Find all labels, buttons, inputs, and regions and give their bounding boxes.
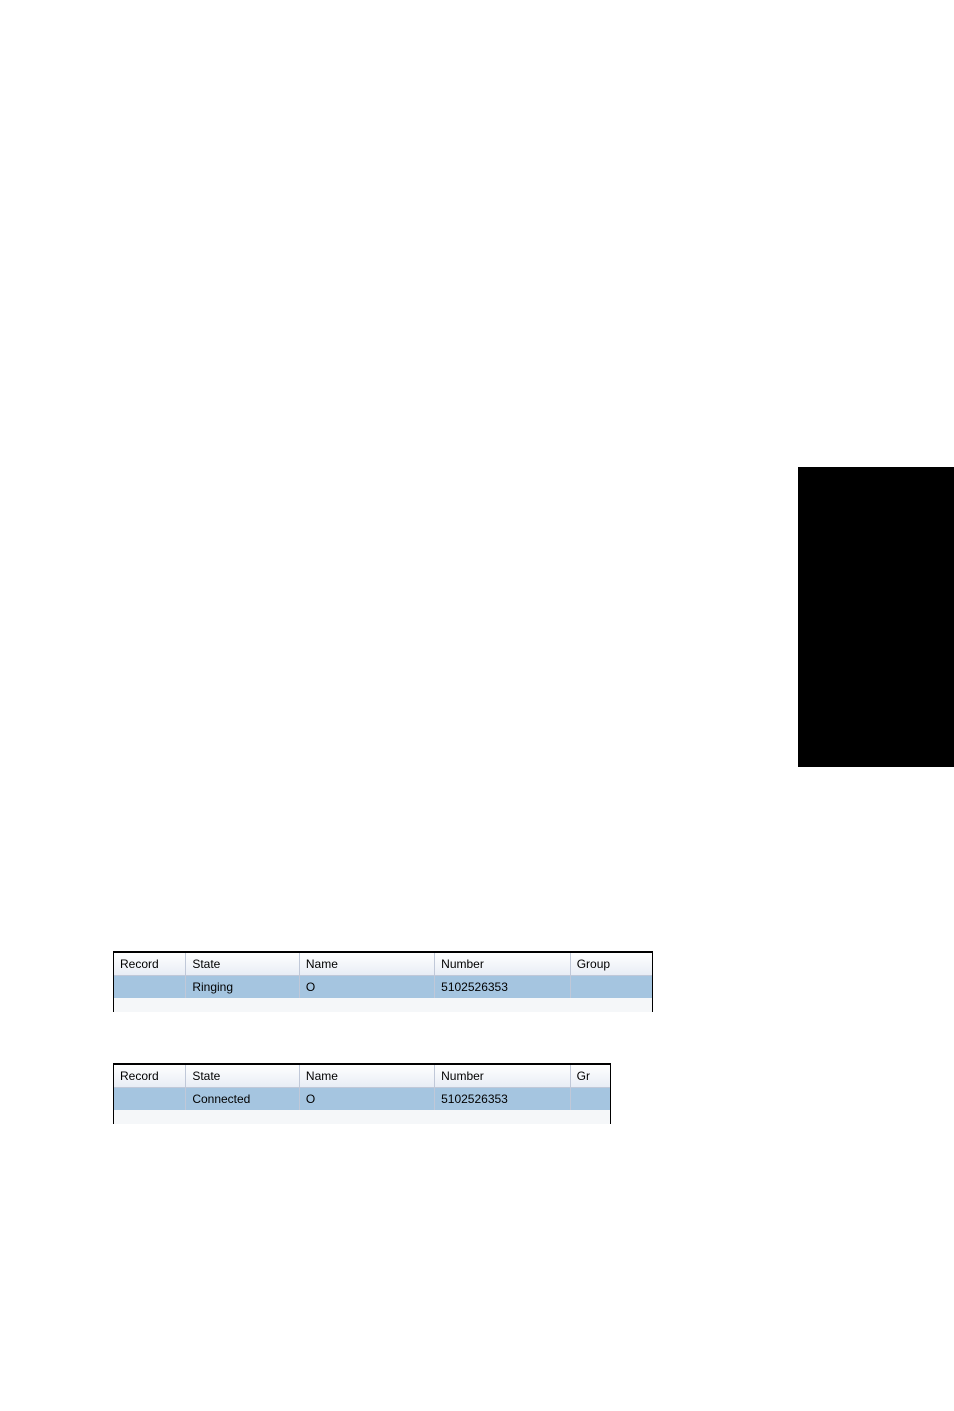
column-header-record[interactable]: Record (114, 953, 186, 976)
column-header-record[interactable]: Record (114, 1065, 186, 1088)
table-header-row: Record State Name Number Gr (114, 1065, 610, 1088)
column-header-number[interactable]: Number (435, 953, 571, 976)
column-header-state[interactable]: State (186, 953, 300, 976)
cell-record (114, 976, 186, 999)
table-row-empty (114, 1110, 610, 1124)
table-row[interactable]: Connected O 5102526353 (114, 1088, 610, 1111)
cell-name: O (299, 976, 434, 999)
column-header-number[interactable]: Number (435, 1065, 571, 1088)
column-header-name[interactable]: Name (299, 1065, 434, 1088)
call-table-2: Record State Name Number Gr Connected O … (113, 1063, 611, 1124)
column-header-name[interactable]: Name (299, 953, 434, 976)
cell-state: Connected (186, 1088, 300, 1111)
cell-number: 5102526353 (435, 976, 571, 999)
cell-number: 5102526353 (435, 1088, 571, 1111)
call-table-1: Record State Name Number Group Ringing O… (113, 951, 653, 1012)
column-header-group[interactable]: Gr (570, 1065, 610, 1088)
cell-name: O (299, 1088, 434, 1111)
table-row-empty (114, 998, 652, 1012)
cell-group (570, 1088, 610, 1111)
table-row[interactable]: Ringing O 5102526353 (114, 976, 652, 999)
black-overlay (798, 467, 954, 767)
table-header-row: Record State Name Number Group (114, 953, 652, 976)
cell-state: Ringing (186, 976, 300, 999)
cell-group (570, 976, 652, 999)
column-header-group[interactable]: Group (570, 953, 652, 976)
cell-record (114, 1088, 186, 1111)
column-header-state[interactable]: State (186, 1065, 300, 1088)
